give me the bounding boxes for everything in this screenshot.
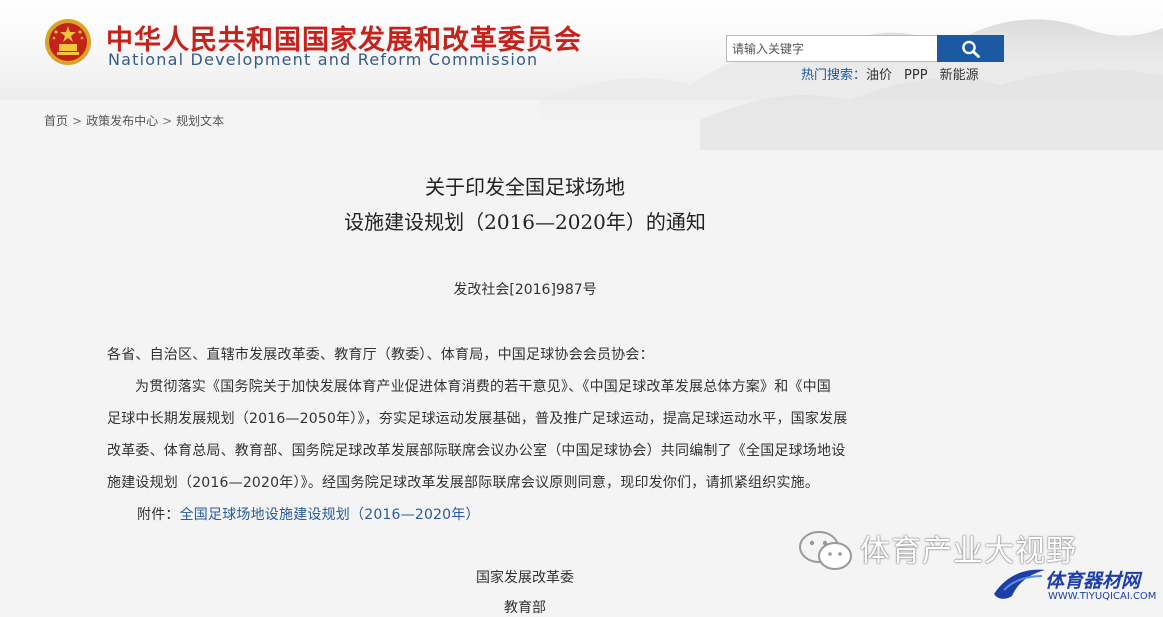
wechat-account-watermark: 体育产业大视野 bbox=[860, 534, 1077, 569]
breadcrumb-separator: > bbox=[72, 114, 83, 128]
attachment-link[interactable]: 全国足球场地设施建设规划（2016—2020年） bbox=[180, 507, 480, 523]
breadcrumb: 首页 > 政策发布中心 > 规划文本 bbox=[44, 112, 224, 129]
brand-url-watermark: WWW.TIYUQICAI.COM bbox=[1048, 591, 1157, 602]
hot-search-item-new-energy[interactable]: 新能源 bbox=[940, 68, 979, 83]
body-line-3: 改革委、体育总局、教育部、国务院足球改革发展部际联席会议办公室（中国足球协会）共… bbox=[107, 443, 846, 459]
hot-search-item-oil-price[interactable]: 油价 bbox=[866, 68, 892, 83]
breadcrumb-separator: > bbox=[162, 114, 173, 128]
search-icon bbox=[962, 40, 980, 58]
signatory-ndrc: 国家发展改革委 bbox=[476, 570, 574, 586]
addressee: 各省、自治区、直辖市发展改革委、教育厅（教委）、体育局，中国足球协会会员协会： bbox=[107, 347, 654, 363]
breadcrumb-planning-text[interactable]: 规划文本 bbox=[176, 114, 224, 128]
body-line-4: 施建设规划（2016—2020年）》。经国务院足球改革发展部际联席会议原则同意，… bbox=[107, 475, 820, 491]
body-line-1: 为贯彻落实《国务院关于加快发展体育产业促进体育消费的若干意见》、《中国足球改革发… bbox=[135, 379, 831, 395]
national-emblem-icon bbox=[45, 19, 91, 65]
document-title-line2: 设施建设规划（2016—2020年）的通知 bbox=[344, 210, 706, 234]
signatory-moe: 教育部 bbox=[504, 600, 546, 616]
search-button[interactable] bbox=[937, 35, 1004, 62]
hot-search-label: 热门搜索： bbox=[801, 68, 867, 83]
document-title-line1: 关于印发全国足球场地 bbox=[425, 175, 625, 199]
document-number: 发改社会[2016]987号 bbox=[453, 282, 597, 298]
hot-search: 热门搜索：油价 PPP 新能源 bbox=[801, 64, 979, 83]
breadcrumb-home[interactable]: 首页 bbox=[44, 114, 68, 128]
breadcrumb-policy-center[interactable]: 政策发布中心 bbox=[86, 114, 158, 128]
body-line-2: 足球中长期发展规划（2016—2050年）》，夯实足球运动发展基础，普及推广足球… bbox=[107, 411, 848, 427]
search-box bbox=[726, 35, 1004, 62]
site-name-en[interactable]: National Development and Reform Commissi… bbox=[108, 50, 538, 69]
hot-search-item-ppp[interactable]: PPP bbox=[904, 68, 928, 83]
brand-watermark: 体育器材网 bbox=[1045, 570, 1141, 592]
attachment-label: 附件： bbox=[137, 507, 180, 523]
search-input[interactable] bbox=[726, 35, 938, 62]
attachment: 附件：全国足球场地设施建设规划（2016—2020年） bbox=[137, 504, 480, 524]
wechat-icon bbox=[799, 531, 852, 570]
brand-swoosh-icon bbox=[994, 569, 1045, 599]
